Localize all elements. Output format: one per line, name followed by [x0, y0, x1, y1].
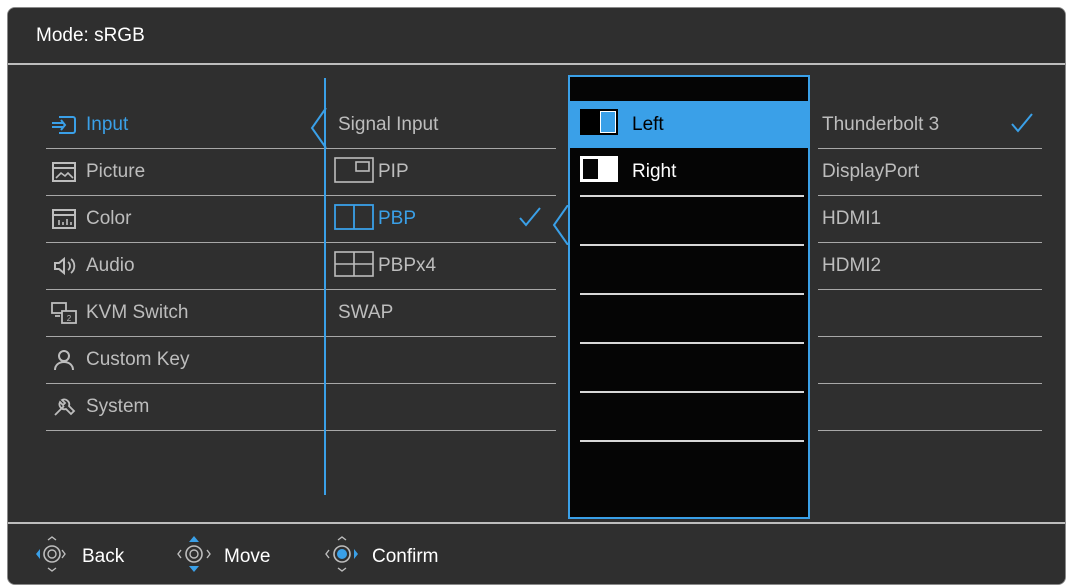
position-empty-row	[580, 344, 804, 393]
submenu-item-label: PBPx4	[378, 255, 437, 276]
position-empty-row	[580, 393, 804, 442]
submenu-item-label: PIP	[378, 161, 409, 182]
menu-item-label: Custom Key	[86, 349, 190, 370]
input-icon	[50, 113, 78, 137]
position-option-right[interactable]: Right	[580, 148, 804, 197]
navigation-hint-bar: Back Move Confirm	[8, 522, 1065, 584]
menu-item-label: Picture	[86, 161, 146, 182]
menu-item-label: Audio	[86, 255, 135, 276]
svg-text:2: 2	[67, 314, 72, 323]
submenu-empty-row	[334, 337, 556, 384]
menu-item-kvm-switch[interactable]: 2 KVM Switch	[46, 290, 346, 337]
menu-item-label: Color	[86, 208, 132, 229]
position-empty-row	[580, 197, 804, 246]
pbpx4-icon	[334, 250, 374, 282]
submenu-item-label: SWAP	[338, 302, 394, 323]
menu-item-picture[interactable]: Picture	[46, 149, 346, 196]
system-icon	[50, 395, 78, 419]
back-hint: Back	[32, 534, 124, 579]
position-empty-row	[580, 295, 804, 344]
joystick-confirm-icon	[322, 534, 362, 579]
confirm-label: Confirm	[372, 545, 439, 567]
joystick-move-icon	[174, 534, 214, 579]
menu-item-label: Input	[86, 114, 129, 135]
divider-notch-icon	[310, 108, 327, 148]
source-item-label: HDMI2	[822, 255, 882, 276]
source-empty-row	[818, 384, 1042, 431]
source-item-hdmi1[interactable]: HDMI1	[818, 196, 1042, 243]
position-option-label: Right	[632, 160, 677, 182]
menu-item-input[interactable]: Input	[46, 102, 346, 149]
position-empty-row	[580, 246, 804, 295]
submenu-item-pbp[interactable]: PBP	[334, 196, 556, 243]
source-item-label: HDMI1	[822, 208, 882, 229]
submenu-item-swap[interactable]: SWAP	[334, 290, 556, 337]
move-label: Move	[224, 545, 271, 567]
title-bar: Mode: sRGB	[8, 8, 1065, 65]
source-empty-row	[818, 337, 1042, 384]
color-icon	[50, 207, 78, 231]
source-item-thunderbolt-3[interactable]: Thunderbolt 3	[818, 102, 1042, 149]
menu-item-color[interactable]: Color	[46, 196, 346, 243]
move-hint: Move	[174, 534, 270, 579]
mode-label: Mode: sRGB	[36, 25, 145, 46]
right-window-icon	[580, 156, 618, 187]
audio-icon	[50, 254, 78, 278]
source-item-displayport[interactable]: DisplayPort	[818, 149, 1042, 196]
picture-icon	[50, 160, 78, 184]
submenu-empty-row	[334, 384, 556, 431]
pbp-icon	[334, 203, 374, 235]
position-option-label: Left	[632, 113, 664, 135]
menu-item-label: System	[86, 396, 150, 417]
source-menu: Thunderbolt 3 DisplayPort HDMI1 HDMI2	[818, 102, 1042, 431]
submenu-item-pbpx4[interactable]: PBPx4	[334, 243, 556, 290]
position-option-left[interactable]: Left	[570, 101, 808, 148]
check-icon	[519, 207, 541, 227]
sub-menu: Signal Input PIP PBP PBPx4 SWAP	[334, 102, 556, 431]
pip-icon	[334, 156, 374, 188]
confirm-hint: Confirm	[322, 534, 439, 579]
menu-item-custom-key[interactable]: Custom Key	[46, 337, 346, 384]
submenu-item-label: PBP	[378, 208, 417, 229]
source-empty-row	[818, 290, 1042, 337]
source-item-hdmi2[interactable]: HDMI2	[818, 243, 1042, 290]
menu-item-system[interactable]: System	[46, 384, 346, 431]
source-item-label: DisplayPort	[822, 161, 920, 182]
left-window-icon	[580, 109, 618, 140]
joystick-back-icon	[32, 534, 72, 579]
back-label: Back	[82, 545, 125, 567]
submenu-item-label: Signal Input	[338, 114, 439, 135]
submenu-item-pip[interactable]: PIP	[334, 149, 556, 196]
menu-item-audio[interactable]: Audio	[46, 243, 346, 290]
source-item-label: Thunderbolt 3	[822, 114, 940, 135]
custom-key-icon	[50, 348, 78, 372]
position-panel: Left Right	[568, 75, 810, 519]
check-icon	[1011, 113, 1033, 133]
submenu-item-signal-input[interactable]: Signal Input	[334, 102, 556, 149]
main-menu: Input Picture Color Audio 2 KVM Switch C…	[46, 102, 346, 431]
menu-item-label: KVM Switch	[86, 302, 189, 323]
kvm-switch-icon: 2	[50, 301, 78, 325]
osd-menu: Mode: sRGB Input Picture Color Audio 2 K…	[7, 7, 1066, 585]
